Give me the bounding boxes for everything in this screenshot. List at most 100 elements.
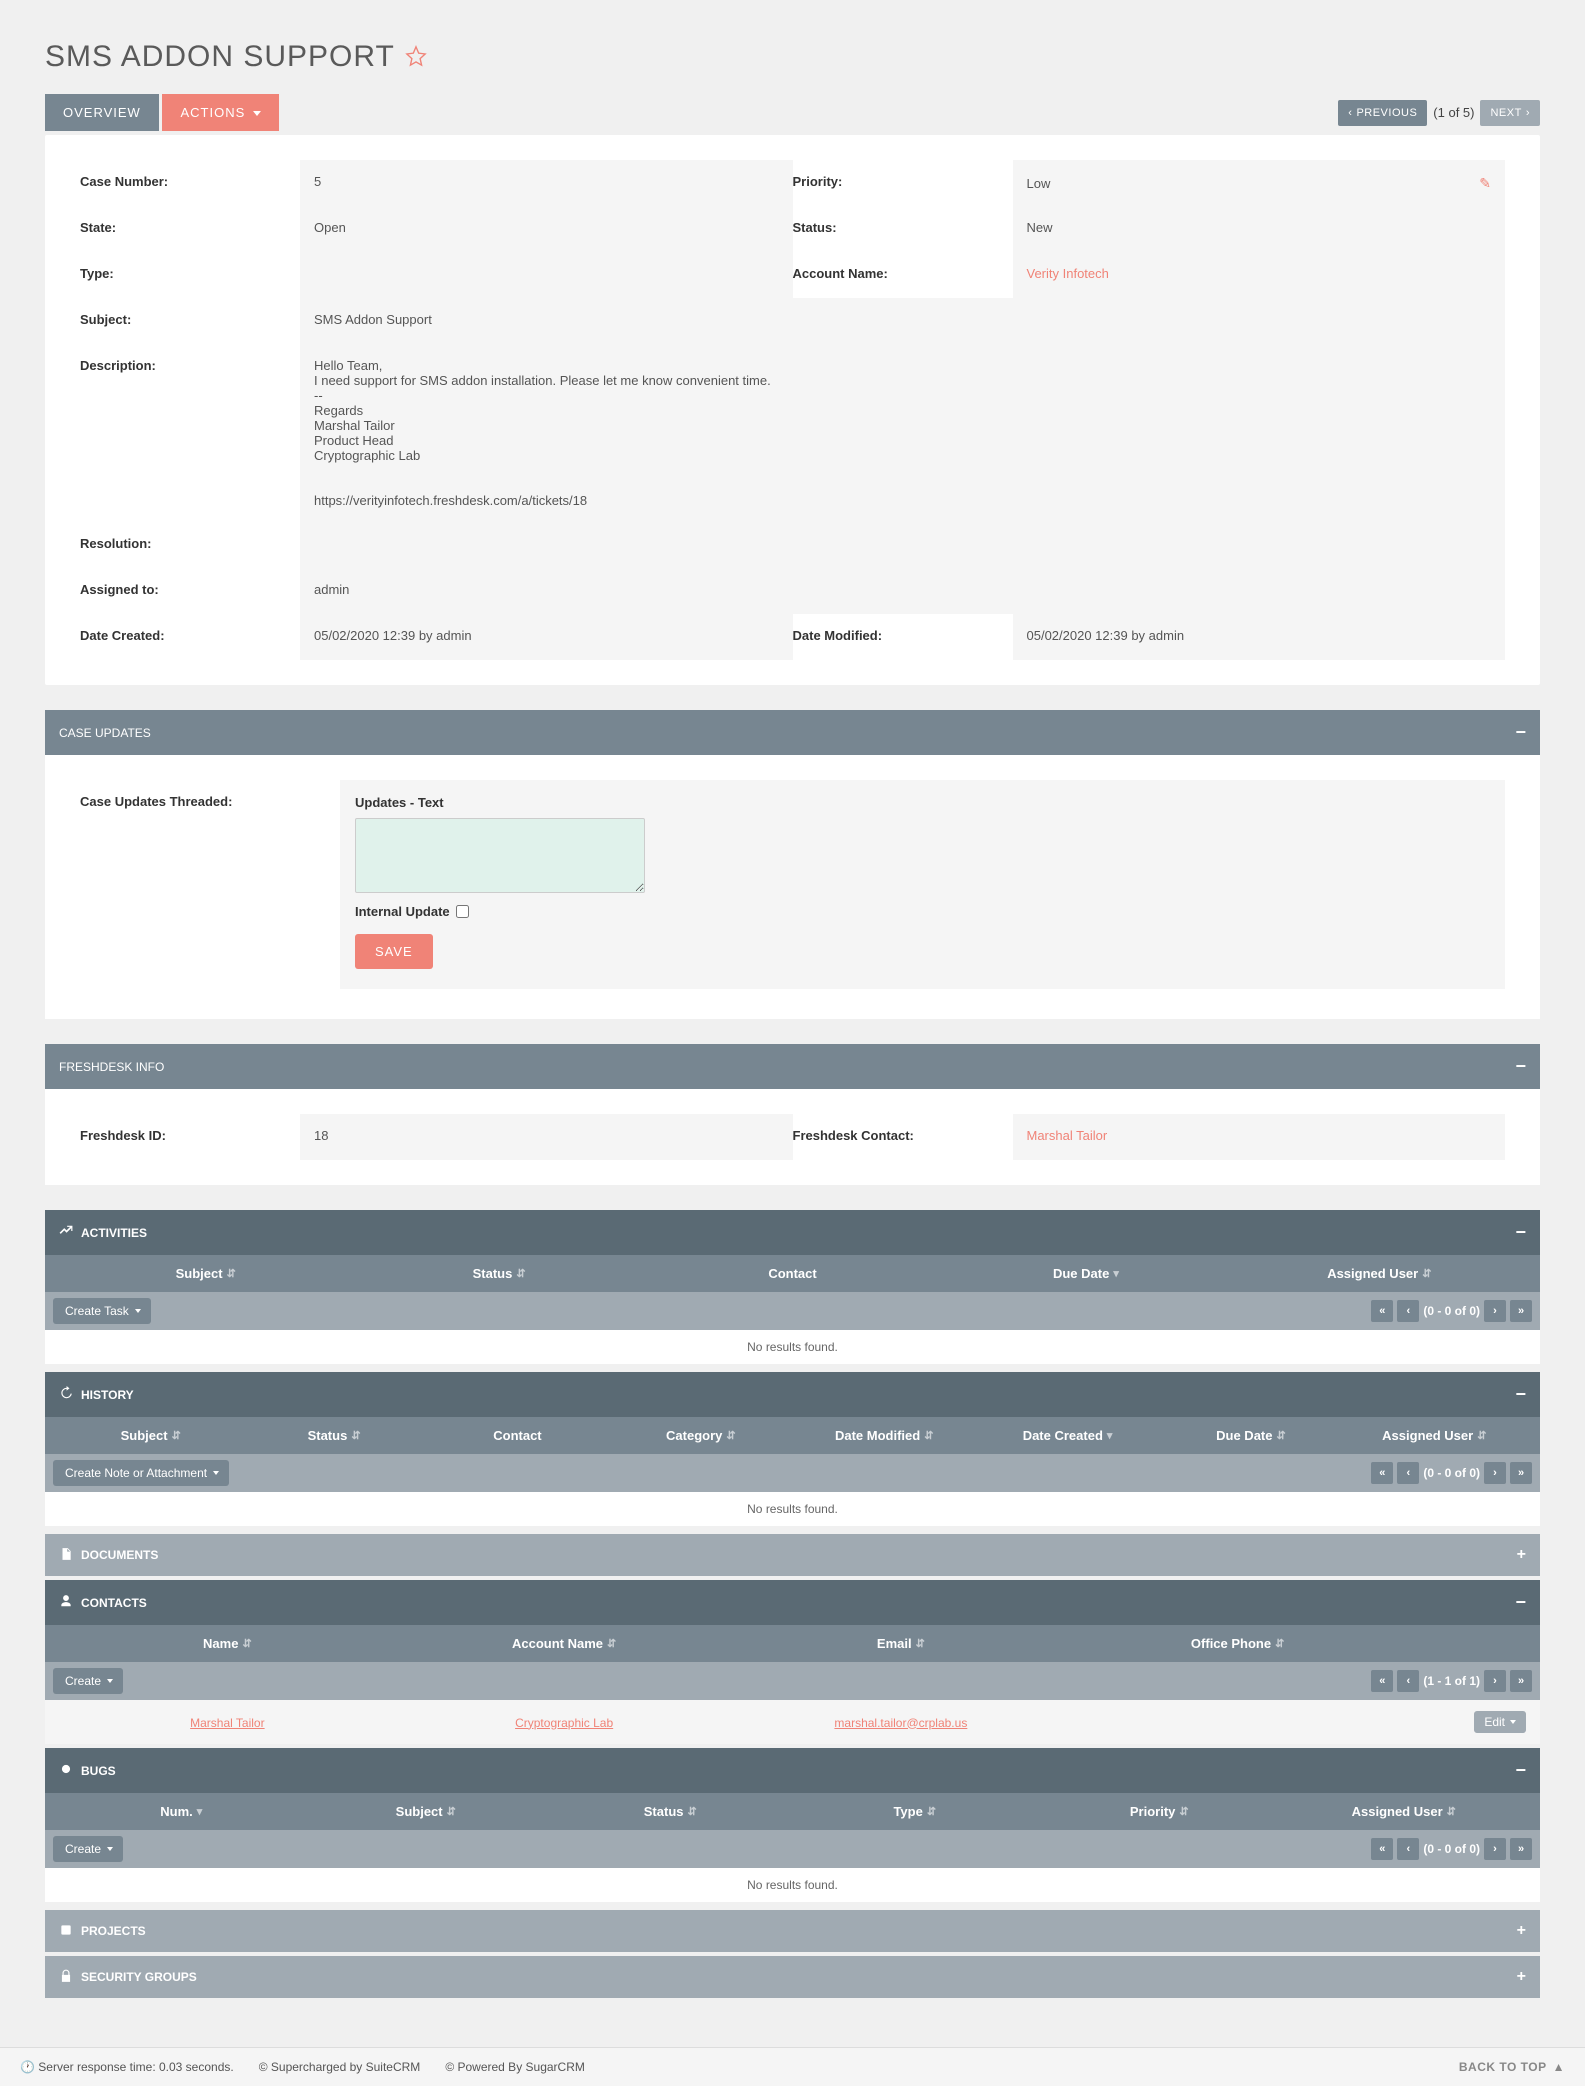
documents-header[interactable]: DOCUMENTS +: [45, 1534, 1540, 1576]
expand-icon[interactable]: +: [1517, 1546, 1526, 1564]
activities-header[interactable]: ACTIVITIES −: [45, 1210, 1540, 1255]
sort-icon[interactable]: ⇵: [227, 1267, 236, 1280]
sort-icon[interactable]: ⇵: [351, 1429, 360, 1442]
sort-icon[interactable]: ⇵: [1447, 1805, 1456, 1818]
person-icon: [59, 1594, 73, 1611]
history-empty: No results found.: [45, 1492, 1540, 1526]
sort-icon[interactable]: ⇵: [1422, 1267, 1431, 1280]
state-label: State:: [80, 206, 300, 252]
previous-button[interactable]: ‹PREVIOUS: [1338, 100, 1427, 126]
freshdesk-contact-value: Marshal Tailor: [1013, 1114, 1506, 1160]
history-header[interactable]: HISTORY −: [45, 1372, 1540, 1417]
chevron-up-icon: ▲: [1553, 2060, 1565, 2074]
pager-next-icon[interactable]: ›: [1484, 1670, 1506, 1692]
sort-desc-icon[interactable]: ▾: [1107, 1429, 1113, 1442]
sort-icon[interactable]: ⇵: [1277, 1429, 1286, 1442]
status-value: New: [1013, 206, 1506, 252]
collapse-icon[interactable]: −: [1515, 1384, 1526, 1405]
sort-icon[interactable]: ⇵: [607, 1637, 616, 1650]
sort-icon[interactable]: ⇵: [1179, 1805, 1188, 1818]
actions-dropdown[interactable]: ACTIONS: [162, 94, 279, 131]
pager-last-icon[interactable]: »: [1510, 1300, 1532, 1322]
record-position: (1 of 5): [1433, 105, 1474, 120]
pager-prev-icon[interactable]: ‹: [1397, 1300, 1419, 1322]
freshdesk-header[interactable]: FRESHDESK INFO −: [45, 1044, 1540, 1089]
pager-next-icon[interactable]: ›: [1484, 1462, 1506, 1484]
updates-text-label: Updates - Text: [355, 795, 1490, 810]
edit-priority-icon[interactable]: ✎: [1479, 175, 1491, 192]
activities-empty: No results found.: [45, 1330, 1540, 1364]
pager-prev-icon[interactable]: ‹: [1397, 1462, 1419, 1484]
pager-last-icon[interactable]: »: [1510, 1838, 1532, 1860]
create-task-button[interactable]: Create Task: [53, 1298, 151, 1324]
sort-icon[interactable]: ⇵: [242, 1637, 251, 1650]
freshdesk-id-value: 18: [300, 1114, 793, 1160]
sort-icon[interactable]: ⇵: [1477, 1429, 1486, 1442]
back-to-top-button[interactable]: BACK TO TOP ▲: [1459, 2060, 1565, 2074]
subject-label: Subject:: [80, 298, 300, 344]
contact-email-link[interactable]: marshal.tailor@crplab.us: [834, 1716, 967, 1730]
pager-prev-icon[interactable]: ‹: [1397, 1838, 1419, 1860]
history-columns: Subject⇵ Status⇵ Contact Category⇵ Date …: [45, 1417, 1540, 1454]
expand-icon[interactable]: +: [1517, 1968, 1526, 1986]
contact-name-link[interactable]: Marshal Tailor: [190, 1716, 264, 1730]
pager-first-icon[interactable]: «: [1371, 1462, 1393, 1484]
updates-text-input[interactable]: [355, 818, 645, 893]
date-modified-value: 05/02/2020 12:39 by admin: [1013, 614, 1506, 660]
overview-tab[interactable]: OVERVIEW: [45, 94, 159, 131]
collapse-icon[interactable]: −: [1515, 1056, 1526, 1077]
collapse-icon[interactable]: −: [1515, 1222, 1526, 1243]
next-button[interactable]: NEXT›: [1480, 100, 1540, 126]
sort-icon[interactable]: ⇵: [924, 1429, 933, 1442]
freshdesk-contact-label: Freshdesk Contact:: [793, 1114, 1013, 1160]
pager-last-icon[interactable]: »: [1510, 1462, 1532, 1484]
sort-icon[interactable]: ⇵: [516, 1267, 525, 1280]
sort-icon[interactable]: ⇵: [726, 1429, 735, 1442]
pager-last-icon[interactable]: »: [1510, 1670, 1532, 1692]
internal-update-checkbox[interactable]: [456, 905, 469, 918]
sort-icon[interactable]: ⇵: [447, 1805, 456, 1818]
pager-first-icon[interactable]: «: [1371, 1670, 1393, 1692]
edit-contact-button[interactable]: Edit: [1474, 1711, 1526, 1733]
collapse-icon[interactable]: −: [1515, 1760, 1526, 1781]
sort-desc-icon[interactable]: ▾: [1113, 1267, 1119, 1280]
pager-prev-icon[interactable]: ‹: [1397, 1670, 1419, 1692]
create-bug-button[interactable]: Create: [53, 1836, 123, 1862]
save-button[interactable]: SAVE: [355, 934, 433, 969]
create-note-button[interactable]: Create Note or Attachment: [53, 1460, 229, 1486]
create-contact-button[interactable]: Create: [53, 1668, 123, 1694]
state-value: Open: [300, 206, 793, 252]
sort-icon[interactable]: ⇵: [927, 1805, 936, 1818]
bug-icon: [59, 1762, 73, 1779]
priority-value: Low ✎: [1013, 160, 1506, 206]
contact-account-link[interactable]: Cryptographic Lab: [515, 1716, 613, 1730]
document-icon: [59, 1547, 73, 1564]
case-number-label: Case Number:: [80, 160, 300, 206]
pager-range: (0 - 0 of 0): [1423, 1842, 1480, 1856]
expand-icon[interactable]: +: [1517, 1922, 1526, 1940]
sort-desc-icon[interactable]: ▾: [197, 1805, 203, 1818]
sort-icon[interactable]: ⇵: [1275, 1637, 1284, 1650]
pager-range: (0 - 0 of 0): [1423, 1304, 1480, 1318]
case-updates-header[interactable]: CASE UPDATES −: [45, 710, 1540, 755]
priority-label: Priority:: [793, 160, 1013, 206]
pager-next-icon[interactable]: ›: [1484, 1838, 1506, 1860]
resolution-label: Resolution:: [80, 522, 300, 568]
projects-header[interactable]: PROJECTS +: [45, 1910, 1540, 1952]
contacts-header[interactable]: CONTACTS −: [45, 1580, 1540, 1625]
bugs-header[interactable]: BUGS −: [45, 1748, 1540, 1793]
security-groups-header[interactable]: SECURITY GROUPS +: [45, 1956, 1540, 1998]
account-name-value: Verity Infotech: [1013, 252, 1506, 298]
pager-first-icon[interactable]: «: [1371, 1838, 1393, 1860]
pager-next-icon[interactable]: ›: [1484, 1300, 1506, 1322]
collapse-icon[interactable]: −: [1515, 722, 1526, 743]
sort-icon[interactable]: ⇵: [688, 1805, 697, 1818]
favorite-star-icon[interactable]: [405, 45, 427, 70]
page-title: SMS ADDON SUPPORT: [45, 40, 395, 74]
sort-icon[interactable]: ⇵: [172, 1429, 181, 1442]
freshdesk-id-label: Freshdesk ID:: [80, 1114, 300, 1160]
sort-icon[interactable]: ⇵: [916, 1637, 925, 1650]
collapse-icon[interactable]: −: [1515, 1592, 1526, 1613]
pager-first-icon[interactable]: «: [1371, 1300, 1393, 1322]
assigned-to-label: Assigned to:: [80, 568, 300, 614]
